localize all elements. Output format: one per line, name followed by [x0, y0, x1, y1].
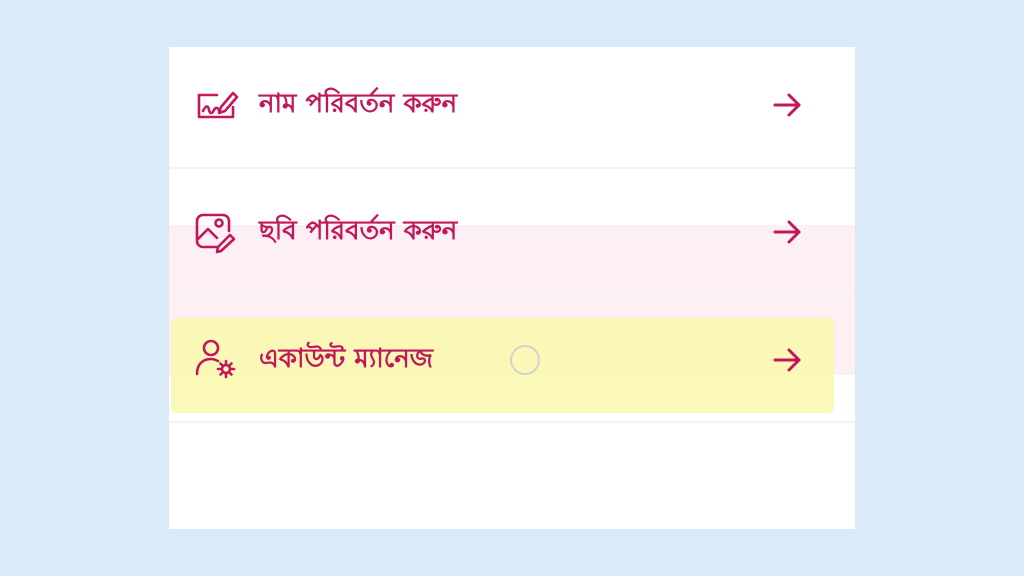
menu-item-label: একাউন্ট ম্যানেজ: [259, 344, 434, 374]
divider: [169, 167, 855, 169]
arrow-right-icon[interactable]: [769, 342, 805, 378]
arrow-right-icon[interactable]: [769, 214, 805, 250]
menu-item-label: নাম পরিবর্তন করুন: [259, 89, 458, 119]
touch-indicator: [510, 345, 540, 375]
divider: [169, 421, 855, 423]
edit-name-icon: [197, 91, 239, 119]
menu-item-label: ছবি পরিবর্তন করুন: [259, 216, 458, 246]
account-settings-icon: [195, 339, 236, 379]
settings-panel: নাম পরিবর্তন করুন ছবি পরিবর্তন করুন একাউ…: [169, 47, 855, 529]
arrow-right-icon[interactable]: [769, 87, 805, 123]
divider: [169, 291, 855, 293]
edit-photo-icon: [195, 213, 236, 254]
